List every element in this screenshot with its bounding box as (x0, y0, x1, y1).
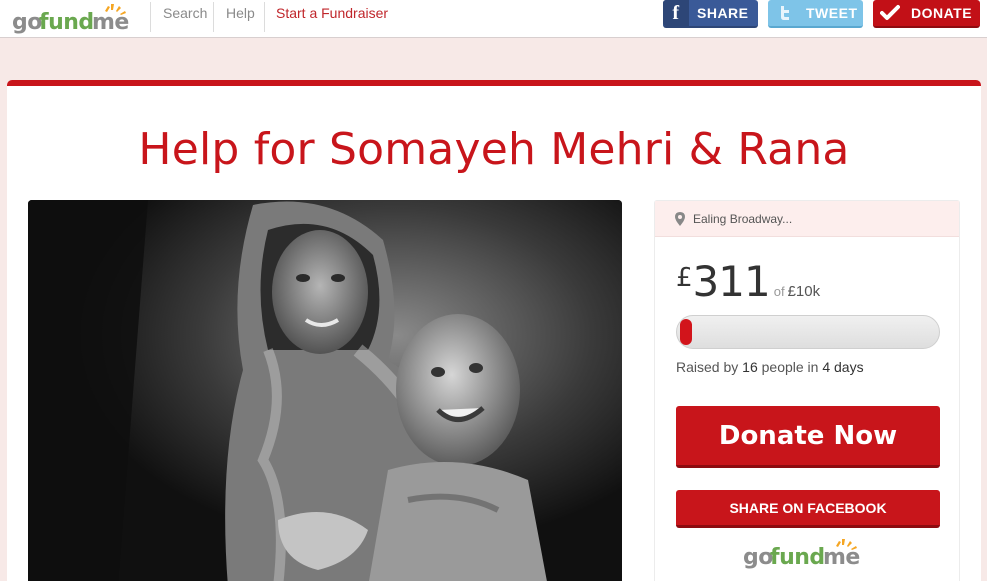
checkmark-icon (877, 0, 903, 26)
nav-divider (264, 2, 265, 32)
share-on-facebook-button[interactable]: SHARE ON FACEBOOK (676, 490, 940, 528)
svg-text:me: me (823, 545, 860, 569)
facebook-icon: f (663, 0, 689, 26)
donate-now-button[interactable]: Donate Now (676, 406, 940, 468)
location-text: Ealing Broadway... (693, 211, 793, 226)
donor-count: 16 (742, 359, 758, 375)
nav-divider (213, 2, 214, 32)
raised-amount: 311 (692, 257, 771, 306)
campaign-photo[interactable] (28, 200, 622, 581)
map-pin-icon (675, 211, 685, 226)
svg-text:fund: fund (770, 545, 825, 569)
campaign-card: Help for Somayeh Mehri & Rana Ealing Bro… (7, 80, 981, 581)
amount-raised: £ 311 of £10k (676, 257, 820, 306)
days-count: 4 days (822, 359, 864, 375)
raised-summary: Raised by 16 people in 4 days (676, 359, 864, 375)
twitter-icon (772, 0, 798, 26)
gofundme-footer-logo[interactable]: go fund me (741, 539, 865, 574)
goal-amount: £10k (787, 283, 821, 300)
location-bar: Ealing Broadway... (655, 201, 959, 237)
gofundme-logo[interactable]: go fund me (10, 4, 134, 34)
share-button-label: SHARE (697, 5, 749, 21)
svg-text:me: me (92, 10, 129, 34)
donation-panel: Ealing Broadway... £ 311 of £10k Raised b… (654, 200, 960, 581)
nav-start-fundraiser-link[interactable]: Start a Fundraiser (276, 5, 388, 25)
nav-divider (150, 2, 151, 32)
raised-people-in: people in (761, 359, 819, 375)
top-navigation-bar: go fund me Search Help Start a Fundraise… (0, 0, 987, 38)
tweet-button-label: TWEET (806, 5, 858, 21)
donate-button[interactable]: DONATE (873, 0, 980, 28)
svg-text:fund: fund (39, 10, 94, 34)
raised-prefix: Raised by (676, 359, 739, 375)
nav-help-link[interactable]: Help (226, 5, 255, 25)
progress-bar (676, 315, 940, 349)
share-button[interactable]: f SHARE (663, 0, 758, 28)
progress-bar-fill (680, 319, 692, 345)
goal-text: of £10k (774, 283, 820, 300)
currency-symbol: £ (676, 263, 693, 293)
svg-text:go: go (12, 10, 42, 34)
donate-button-label: DONATE (911, 5, 973, 21)
tweet-button[interactable]: TWEET (768, 0, 863, 28)
nav-search-link[interactable]: Search (163, 5, 207, 25)
goal-of-label: of (773, 284, 785, 299)
svg-text:go: go (743, 545, 773, 569)
campaign-title: Help for Somayeh Mehri & Rana (138, 124, 850, 175)
